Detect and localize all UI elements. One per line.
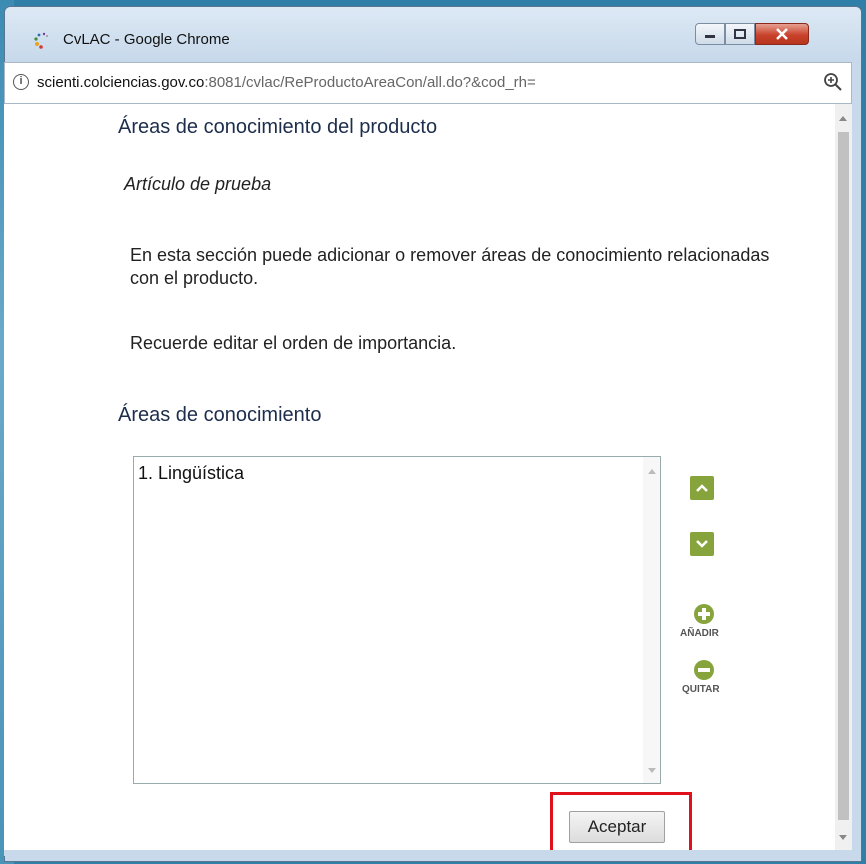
close-icon: [776, 28, 788, 40]
list-item[interactable]: 1. Lingüística: [138, 463, 244, 484]
section-title: Áreas de conocimiento: [118, 404, 322, 426]
close-button[interactable]: [755, 23, 809, 45]
scroll-up-icon[interactable]: [648, 469, 656, 474]
url-path: :8081/cvlac/ReProductoAreaCon/all.do?&co…: [204, 74, 536, 91]
minimize-button[interactable]: [695, 23, 725, 45]
chevron-down-icon: [696, 540, 708, 548]
title-bar[interactable]: CvLAC - Google Chrome: [5, 7, 861, 63]
chevron-up-icon: [696, 484, 708, 492]
listbox-scrollbar[interactable]: [643, 457, 660, 783]
instructions-text: En esta sección puede adicionar o remove…: [130, 245, 770, 288]
product-name: Artículo de prueba: [124, 174, 272, 194]
page-content: Áreas de conocimiento del producto Artíc…: [4, 104, 835, 850]
accept-button[interactable]: Aceptar: [569, 811, 665, 843]
move-up-button[interactable]: [690, 476, 714, 500]
url-text[interactable]: scienti.colciencias.gov.co:8081/cvlac/Re…: [37, 74, 536, 91]
window-title: CvLAC - Google Chrome: [63, 31, 230, 48]
page-scrollbar[interactable]: [835, 104, 852, 850]
url-domain: scienti.colciencias.gov.co: [37, 74, 205, 91]
minimize-icon: [705, 35, 715, 38]
window-border-bottom: [4, 850, 852, 856]
zoom-icon[interactable]: [823, 72, 843, 92]
remove-icon[interactable]: [694, 660, 714, 680]
scroll-thumb[interactable]: [838, 132, 849, 820]
maximize-icon: [734, 29, 746, 39]
add-icon[interactable]: [694, 604, 714, 624]
add-label[interactable]: AÑADIR: [680, 628, 719, 639]
move-down-button[interactable]: [690, 532, 714, 556]
areas-listbox[interactable]: 1. Lingüística: [133, 456, 661, 784]
address-bar[interactable]: i scienti.colciencias.gov.co:8081/cvlac/…: [4, 62, 852, 104]
cvlac-app-icon: [34, 32, 48, 49]
scroll-up-icon[interactable]: [839, 116, 847, 121]
page-title: Áreas de conocimiento del producto: [118, 116, 438, 138]
info-icon[interactable]: i: [13, 74, 29, 90]
reminder-text: Recuerde editar el orden de importancia.: [130, 333, 457, 353]
remove-label[interactable]: QUITAR: [682, 684, 720, 695]
scroll-down-icon[interactable]: [648, 768, 656, 773]
maximize-button[interactable]: [725, 23, 755, 45]
scroll-down-icon[interactable]: [839, 835, 847, 840]
